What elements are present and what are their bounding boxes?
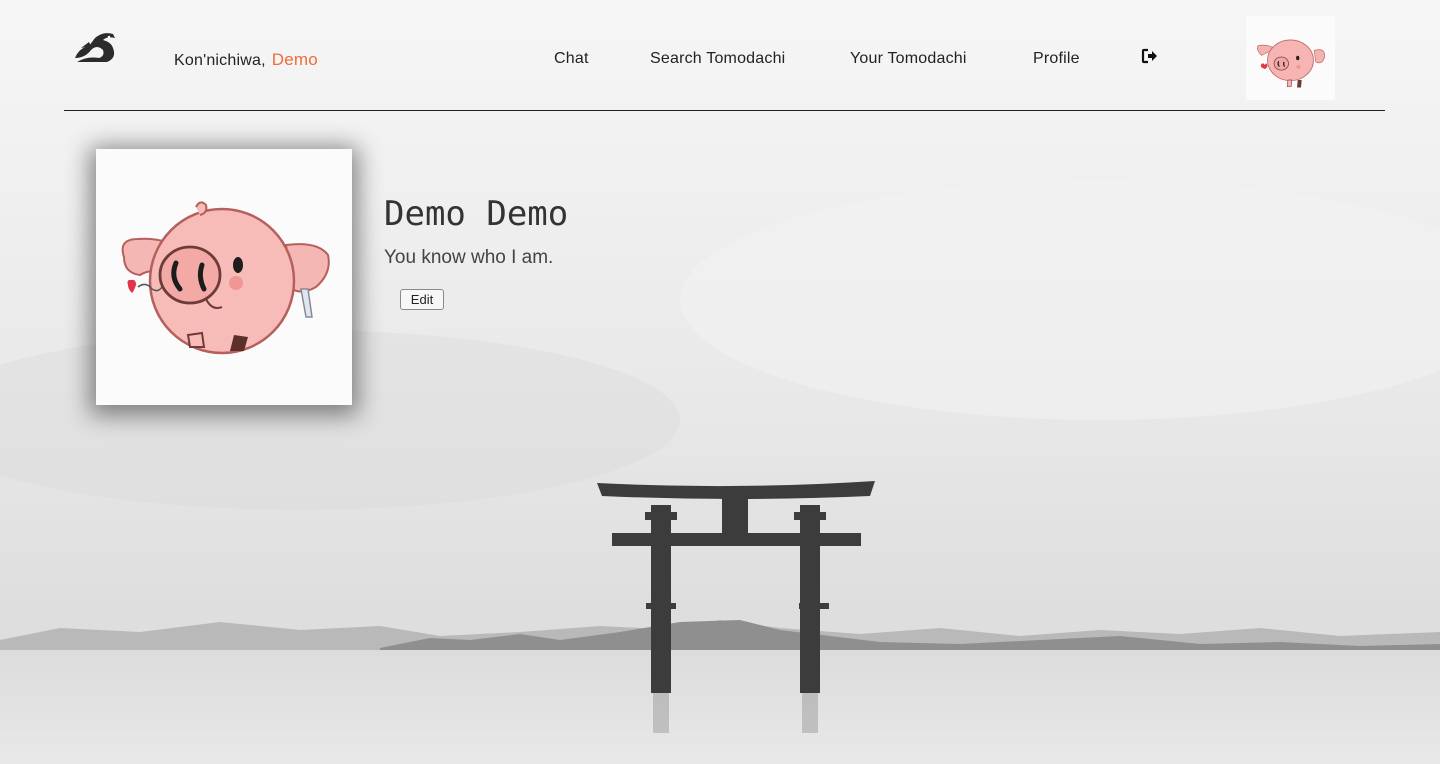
nav-profile[interactable]: Profile (1033, 50, 1080, 68)
nav-your-tomodachi[interactable]: Your Tomodachi (850, 50, 967, 68)
pig-avatar-icon (121, 201, 330, 355)
nav-search-tomodachi[interactable]: Search Tomodachi (650, 50, 785, 68)
greeting-username: Demo (271, 50, 318, 69)
nav-chat[interactable]: Chat (554, 50, 589, 68)
top-nav: Kon'nichiwa, Demo Chat Search Tomodachi Y… (64, 0, 1385, 111)
avatar[interactable] (1246, 16, 1335, 100)
pig-avatar-icon (1256, 39, 1326, 88)
greeting: Kon'nichiwa, Demo (174, 50, 318, 70)
profile-picture (96, 149, 352, 405)
profile-name: Demo Demo (384, 194, 569, 234)
profile-bio: You know who I am. (384, 247, 554, 268)
dragon-logo-icon[interactable] (73, 28, 117, 68)
greeting-prefix: Kon'nichiwa, (174, 52, 266, 69)
edit-profile-button[interactable]: Edit (400, 289, 444, 310)
sign-out-icon[interactable] (1141, 47, 1159, 65)
